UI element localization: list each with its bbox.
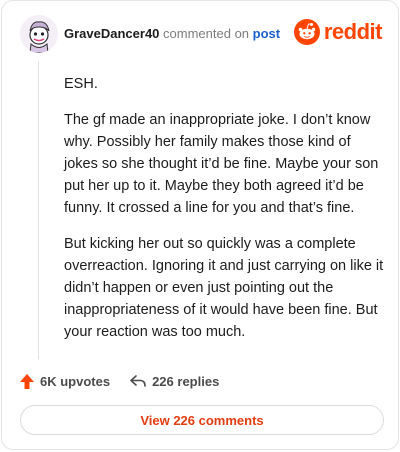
replies-button[interactable]: 226 replies bbox=[130, 374, 219, 389]
comment-paragraph: But kicking her out so quickly was a com… bbox=[64, 236, 384, 340]
username-link[interactable]: GraveDancer40 bbox=[64, 26, 159, 41]
comment-meta: GraveDancer40 commented on post bbox=[64, 26, 280, 41]
replies-count: 226 replies bbox=[152, 373, 220, 389]
upvote-arrow-icon bbox=[20, 373, 34, 389]
post-link[interactable]: post bbox=[253, 26, 280, 41]
reply-arrow-icon bbox=[130, 374, 146, 387]
reddit-snoo-icon bbox=[293, 19, 320, 45]
comment-actions: 6K upvotes 226 replies bbox=[20, 371, 239, 391]
comment-header: GraveDancer40 commented on post reddit bbox=[20, 15, 383, 55]
upvote-button[interactable]: 6K upvotes bbox=[20, 373, 111, 389]
comment-paragraph: The gf made an inappropriate joke. I don… bbox=[64, 112, 379, 216]
reddit-logo-text: reddit bbox=[323, 19, 383, 44]
commented-on-text: commented on bbox=[163, 26, 250, 41]
view-comments-button[interactable]: View 226 comments bbox=[20, 405, 384, 435]
upvote-count: 6K upvotes bbox=[40, 373, 111, 389]
thread-line[interactable] bbox=[38, 61, 39, 359]
avatar-icon bbox=[20, 15, 58, 53]
user-avatar[interactable] bbox=[20, 15, 58, 53]
comment-card: GraveDancer40 commented on post reddit E… bbox=[1, 0, 399, 450]
comment-body: ESH. The gf made an inappropriate joke. … bbox=[64, 73, 384, 357]
reddit-logo[interactable]: reddit bbox=[293, 18, 383, 46]
comment-paragraph: ESH. bbox=[64, 76, 98, 92]
